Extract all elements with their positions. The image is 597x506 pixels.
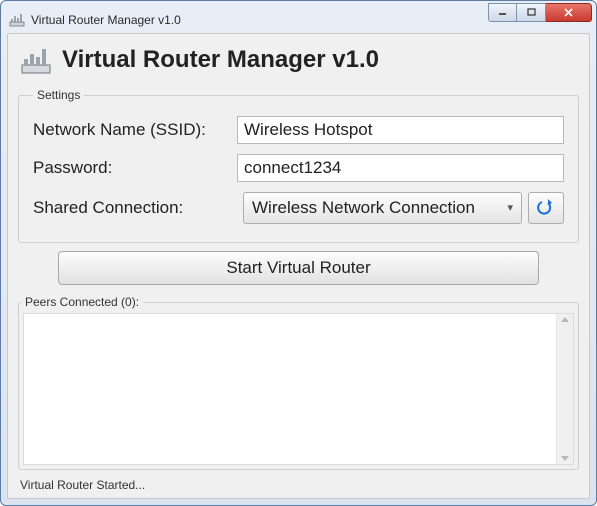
password-row: Password:	[33, 154, 564, 182]
ssid-label: Network Name (SSID):	[33, 120, 237, 140]
status-text: Virtual Router Started...	[20, 478, 145, 492]
client-area: Virtual Router Manager v1.0 Settings Net…	[7, 33, 590, 499]
status-bar: Virtual Router Started...	[18, 474, 579, 494]
ssid-input[interactable]	[237, 116, 564, 144]
scroll-down-icon[interactable]	[561, 456, 569, 461]
scroll-up-icon[interactable]	[561, 317, 569, 322]
router-icon	[9, 12, 25, 28]
peers-legend: Peers Connected (0):	[21, 295, 143, 309]
shared-connection-row: Shared Connection: Wireless Network Conn…	[33, 192, 564, 224]
peers-list[interactable]	[23, 313, 574, 465]
app-window: Virtual Router Manager v1.0	[0, 0, 597, 506]
router-icon	[20, 44, 52, 76]
peers-group: Peers Connected (0):	[18, 295, 579, 470]
shared-connection-select[interactable]: Wireless Network Connection	[243, 192, 522, 224]
settings-group: Settings Network Name (SSID): Password: …	[18, 88, 579, 243]
scrollbar[interactable]	[556, 314, 573, 464]
titlebar[interactable]: Virtual Router Manager v1.0	[7, 7, 590, 33]
settings-legend: Settings	[33, 88, 84, 102]
start-virtual-router-button[interactable]: Start Virtual Router	[58, 251, 539, 285]
app-header: Virtual Router Manager v1.0	[18, 40, 579, 84]
window-controls	[488, 3, 592, 22]
close-button[interactable]	[546, 3, 592, 22]
refresh-icon	[536, 199, 556, 217]
password-label: Password:	[33, 158, 237, 178]
minimize-button[interactable]	[488, 3, 517, 22]
ssid-row: Network Name (SSID):	[33, 116, 564, 144]
app-title: Virtual Router Manager v1.0	[62, 46, 379, 74]
shared-connection-label: Shared Connection:	[33, 198, 237, 218]
shared-connection-value: Wireless Network Connection	[252, 198, 475, 218]
password-input[interactable]	[237, 154, 564, 182]
maximize-button[interactable]	[517, 3, 546, 22]
refresh-button[interactable]	[528, 192, 564, 224]
